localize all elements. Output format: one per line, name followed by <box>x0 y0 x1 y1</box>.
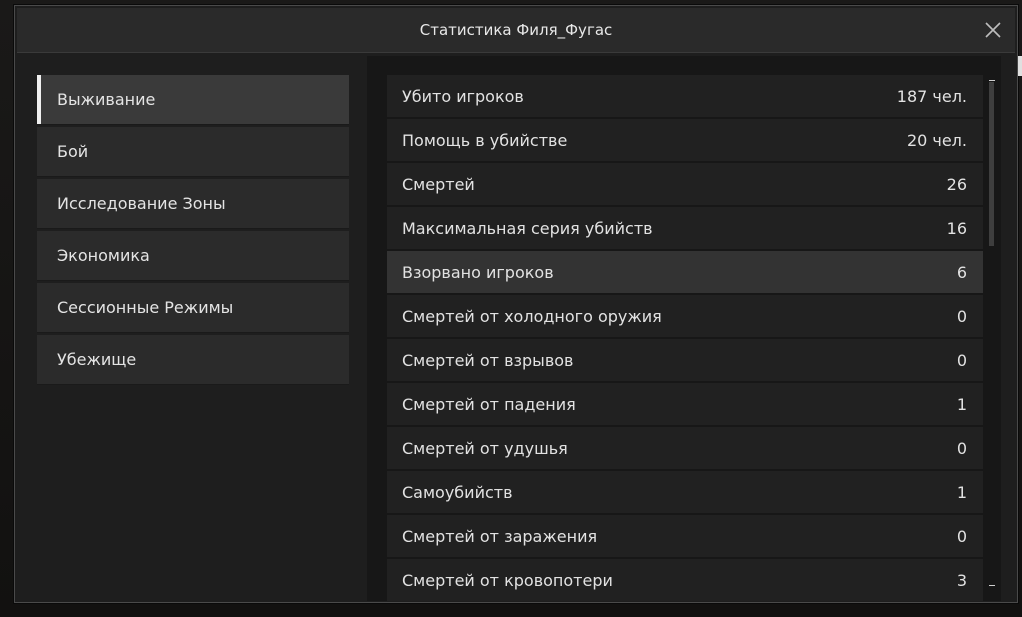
category-sidebar: Выживание Бой Исследование Зоны Экономик… <box>37 75 349 387</box>
stat-label: Убито игроков <box>402 86 524 106</box>
dialog-title: Статистика Филя_Фугас <box>419 21 613 39</box>
stat-row: Максимальная серия убийств 16 <box>387 207 983 249</box>
stat-label: Смертей от кровопотери <box>402 570 613 590</box>
stat-label: Смертей от удушья <box>402 438 568 458</box>
stat-label: Смертей от взрывов <box>402 350 574 370</box>
stat-value: 1 <box>956 394 967 414</box>
stat-row: Смертей от заражения 0 <box>387 515 983 557</box>
stat-value: 0 <box>956 306 967 326</box>
stat-value: 0 <box>956 438 967 458</box>
scrollbar-cap-bottom <box>989 585 995 586</box>
scrollbar-thumb[interactable] <box>989 82 994 246</box>
sidebar-item-label: Экономика <box>57 246 150 265</box>
background-edge-marker <box>1018 56 1022 76</box>
close-icon <box>985 22 1001 38</box>
dialog-titlebar: Статистика Филя_Фугас <box>17 8 1015 53</box>
stats-scrollbar[interactable] <box>989 80 995 586</box>
stat-row: Помощь в убийстве 20 чел. <box>387 119 983 161</box>
stat-label: Помощь в убийстве <box>402 130 568 150</box>
sidebar-item-zone-exploration[interactable]: Исследование Зоны <box>37 179 349 229</box>
stat-row: Убито игроков 187 чел. <box>387 75 983 117</box>
stat-row: Смертей 26 <box>387 163 983 205</box>
stat-row: Смертей от удушья 0 <box>387 427 983 469</box>
sidebar-item-label: Выживание <box>57 90 156 109</box>
stat-value: 20 чел. <box>906 130 967 150</box>
stat-row: Смертей от холодного оружия 0 <box>387 295 983 337</box>
stat-row: Смертей от кровопотери 3 <box>387 559 983 601</box>
sidebar-item-combat[interactable]: Бой <box>37 127 349 177</box>
stat-label: Смертей от холодного оружия <box>402 306 662 326</box>
stat-row: Смертей от взрывов 0 <box>387 339 983 381</box>
sidebar-item-label: Бой <box>57 142 89 161</box>
stat-label: Смертей от заражения <box>402 526 598 546</box>
stat-value: 1 <box>956 482 967 502</box>
sidebar-item-label: Убежище <box>57 350 137 369</box>
stat-label: Смертей от падения <box>402 394 576 414</box>
stats-dialog: Статистика Филя_Фугас Выживание Бой Иссл… <box>14 5 1018 603</box>
sidebar-item-survival[interactable]: Выживание <box>37 75 349 125</box>
stat-value: 0 <box>956 350 967 370</box>
sidebar-item-shelter[interactable]: Убежище <box>37 335 349 385</box>
stat-value: 16 <box>946 218 967 238</box>
stat-value: 6 <box>956 262 967 282</box>
close-button[interactable] <box>983 20 1003 40</box>
scrollbar-cap-top <box>989 80 995 81</box>
stat-row-highlighted: Взорвано игроков 6 <box>387 251 983 293</box>
stat-label: Максимальная серия убийств <box>402 218 653 238</box>
stat-value: 26 <box>946 174 967 194</box>
stat-label: Самоубийств <box>402 482 513 502</box>
stat-value: 187 чел. <box>896 86 967 106</box>
stat-value: 0 <box>956 526 967 546</box>
sidebar-item-label: Сессионные Режимы <box>57 298 234 317</box>
stat-label: Смертей <box>402 174 475 194</box>
stat-value: 3 <box>956 570 967 590</box>
sidebar-item-economy[interactable]: Экономика <box>37 231 349 281</box>
stats-list: Убито игроков 187 чел. Помощь в убийстве… <box>387 75 983 601</box>
stat-row: Смертей от падения 1 <box>387 383 983 425</box>
sidebar-item-label: Исследование Зоны <box>57 194 226 213</box>
stats-panel[interactable]: Убито игроков 187 чел. Помощь в убийстве… <box>367 56 1001 601</box>
stat-row: Самоубийств 1 <box>387 471 983 513</box>
stat-label: Взорвано игроков <box>402 262 554 282</box>
sidebar-item-session-modes[interactable]: Сессионные Режимы <box>37 283 349 333</box>
